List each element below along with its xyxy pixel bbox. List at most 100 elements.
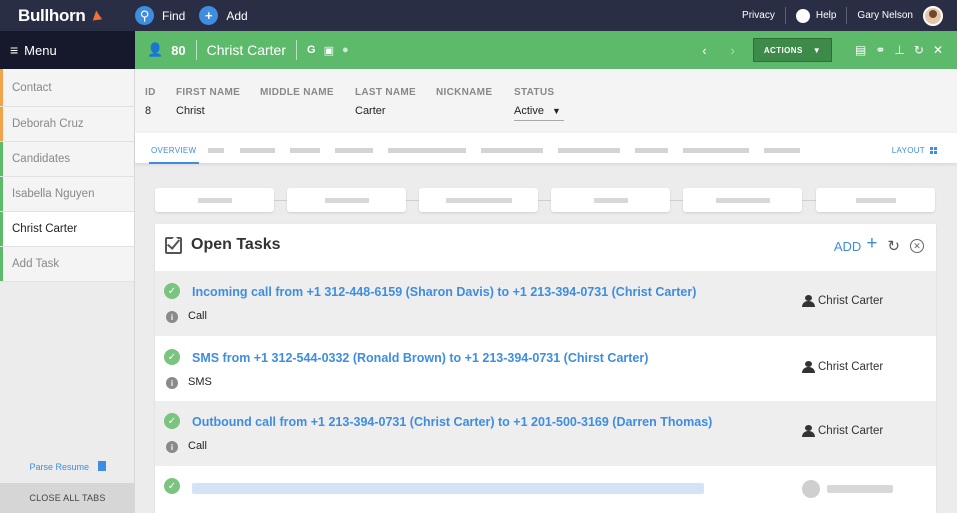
plus-icon[interactable]: + bbox=[866, 233, 877, 255]
open-tasks-header: Open Tasks ADD + ↻ ✕ bbox=[155, 224, 936, 271]
parse-resume-link[interactable]: Parse Resume bbox=[0, 461, 135, 472]
link-icon[interactable]: ⚭ bbox=[875, 43, 885, 57]
summary-card[interactable] bbox=[287, 188, 406, 212]
pin-icon[interactable]: ⊥ bbox=[894, 43, 904, 57]
field-label: ID bbox=[145, 87, 156, 98]
task-row[interactable]: ✓ Incoming call from +1 312-448-6159 (Sh… bbox=[155, 271, 936, 336]
tab-overview[interactable]: OVERVIEW bbox=[151, 146, 196, 155]
summary-card[interactable] bbox=[551, 188, 670, 212]
help-link[interactable]: Help bbox=[816, 10, 837, 21]
add-task-button[interactable]: ADD bbox=[834, 239, 861, 254]
top-right-controls: Privacy Help Gary Nelson bbox=[742, 5, 957, 26]
tab-placeholder[interactable] bbox=[764, 148, 800, 153]
tab-placeholder[interactable] bbox=[290, 148, 320, 153]
linkedin-icon[interactable]: ▣ bbox=[324, 44, 334, 57]
close-all-tabs-button[interactable]: CLOSE ALL TABS bbox=[0, 483, 135, 513]
bullhorn-logo[interactable]: Bullhorn ▲ bbox=[0, 6, 135, 26]
owner-placeholder bbox=[827, 485, 893, 493]
tab-placeholder[interactable] bbox=[208, 148, 224, 153]
field-value: Christ bbox=[176, 105, 205, 117]
tab-placeholder[interactable] bbox=[481, 148, 543, 153]
chevron-left-icon[interactable]: ‹ bbox=[702, 43, 706, 58]
sidebar-item-deborah-cruz[interactable]: Deborah Cruz bbox=[0, 107, 134, 142]
search-icon: ⚲ bbox=[135, 6, 154, 25]
user-name[interactable]: Gary Nelson bbox=[857, 10, 913, 21]
tab-placeholder[interactable] bbox=[683, 148, 749, 153]
chevron-right-icon[interactable]: › bbox=[731, 43, 735, 58]
task-row[interactable]: ✓ Outbound call from +1 213-394-0731 (Ch… bbox=[155, 401, 936, 466]
close-icon[interactable]: ✕ bbox=[933, 43, 943, 57]
record-header: 👤 80 Christ Carter G ▣ ● ‹ › ACTIONS ▼ ▤… bbox=[135, 31, 957, 69]
tab-placeholder[interactable] bbox=[240, 148, 275, 153]
task-title-link[interactable]: SMS from +1 312-544-0332 (Ronald Brown) … bbox=[192, 351, 648, 365]
summary-card[interactable] bbox=[816, 188, 935, 212]
open-tabs-list: Contact Deborah Cruz Candidates Isabella… bbox=[0, 69, 134, 282]
check-circle-icon[interactable]: ✓ bbox=[164, 478, 180, 494]
tab-placeholder[interactable] bbox=[635, 148, 668, 153]
sidebar-item-isabella-nguyen[interactable]: Isabella Nguyen bbox=[0, 177, 134, 212]
tab-placeholder[interactable] bbox=[558, 148, 620, 153]
refresh-icon[interactable]: ↻ bbox=[914, 43, 924, 57]
privacy-link[interactable]: Privacy bbox=[742, 10, 775, 21]
check-circle-icon[interactable]: ✓ bbox=[164, 349, 180, 365]
layout-label: LAYOUT bbox=[891, 146, 925, 155]
help-toggle[interactable] bbox=[795, 8, 810, 23]
field-label: MIDDLE NAME bbox=[260, 87, 334, 98]
task-title-link[interactable]: Outbound call from +1 213-394-0731 (Chri… bbox=[192, 415, 712, 429]
divider bbox=[846, 7, 848, 24]
sidebar-item-label: Add Task bbox=[12, 258, 60, 270]
loading-placeholder bbox=[192, 483, 704, 494]
find-label: Find bbox=[162, 8, 186, 23]
task-row[interactable]: ✓ SMS from +1 312-544-0332 (Ronald Brown… bbox=[155, 337, 936, 402]
record-toolbar: ‹ › ACTIONS ▼ ▤ ⚭ ⊥ ↻ ✕ bbox=[690, 38, 957, 62]
location-icon[interactable]: ● bbox=[342, 44, 349, 56]
layout-button[interactable]: LAYOUT bbox=[892, 146, 937, 155]
task-owner: Christ Carter bbox=[802, 425, 883, 437]
sidebar-item-christ-carter[interactable]: Christ Carter bbox=[0, 212, 134, 247]
sidebar-item-add-task[interactable]: Add Task bbox=[0, 247, 134, 282]
check-circle-icon[interactable]: ✓ bbox=[164, 413, 180, 429]
task-type: Call bbox=[188, 310, 207, 322]
record-name: Christ Carter bbox=[206, 42, 287, 58]
print-icon[interactable]: ▤ bbox=[855, 43, 866, 57]
brand-name: Bullhorn bbox=[18, 5, 86, 25]
avatar-placeholder bbox=[802, 480, 820, 498]
task-title-link[interactable]: Incoming call from +1 312-448-6159 (Shar… bbox=[192, 285, 696, 299]
sidebar-item-candidates[interactable]: Candidates bbox=[0, 142, 134, 177]
user-avatar[interactable] bbox=[923, 5, 943, 26]
add-button[interactable]: + Add bbox=[199, 6, 248, 25]
google-icon[interactable]: G bbox=[307, 44, 316, 56]
close-circle-icon[interactable]: ✕ bbox=[910, 239, 924, 253]
record-social-icons: G ▣ ● bbox=[307, 44, 349, 57]
find-button[interactable]: ⚲ Find bbox=[135, 6, 185, 25]
card-placeholder bbox=[197, 198, 232, 203]
divider bbox=[296, 40, 298, 60]
check-circle-icon[interactable]: ✓ bbox=[164, 283, 180, 299]
sidebar-item-label: Contact bbox=[12, 81, 52, 94]
field-label: STATUS bbox=[514, 87, 555, 98]
chevron-down-icon: ▼ bbox=[812, 45, 822, 55]
status-value: Active bbox=[514, 105, 544, 117]
tab-placeholder[interactable] bbox=[388, 148, 466, 153]
field-status: STATUS Active ▼ bbox=[514, 87, 564, 121]
active-tab-indicator bbox=[149, 162, 199, 164]
menu-button[interactable]: ≡ Menu bbox=[0, 31, 135, 69]
sidebar-item-contact[interactable]: Contact bbox=[0, 69, 134, 107]
actions-dropdown[interactable]: ACTIONS ▼ bbox=[752, 38, 833, 62]
summary-card[interactable] bbox=[155, 188, 274, 212]
menu-label: Menu bbox=[24, 42, 57, 58]
grid-icon bbox=[930, 147, 937, 154]
plus-icon: + bbox=[199, 6, 219, 25]
top-navigation-bar: Bullhorn ▲ ⚲ Find + Add Privacy Help Gar… bbox=[0, 0, 957, 31]
task-owner-name: Christ Carter bbox=[818, 361, 884, 373]
record-count-value: 80 bbox=[171, 42, 186, 58]
open-tasks-panel: Open Tasks ADD + ↻ ✕ ✓ Incoming call fro… bbox=[155, 224, 936, 513]
status-select[interactable]: Active ▼ bbox=[514, 105, 564, 121]
left-sidebar: Contact Deborah Cruz Candidates Isabella… bbox=[0, 69, 135, 513]
actions-label: ACTIONS bbox=[763, 45, 803, 55]
refresh-icon[interactable]: ↻ bbox=[887, 237, 900, 255]
summary-card[interactable] bbox=[683, 188, 802, 212]
tab-placeholder[interactable] bbox=[335, 148, 373, 153]
user-icon: 👤 bbox=[147, 42, 164, 57]
summary-card[interactable] bbox=[419, 188, 538, 212]
